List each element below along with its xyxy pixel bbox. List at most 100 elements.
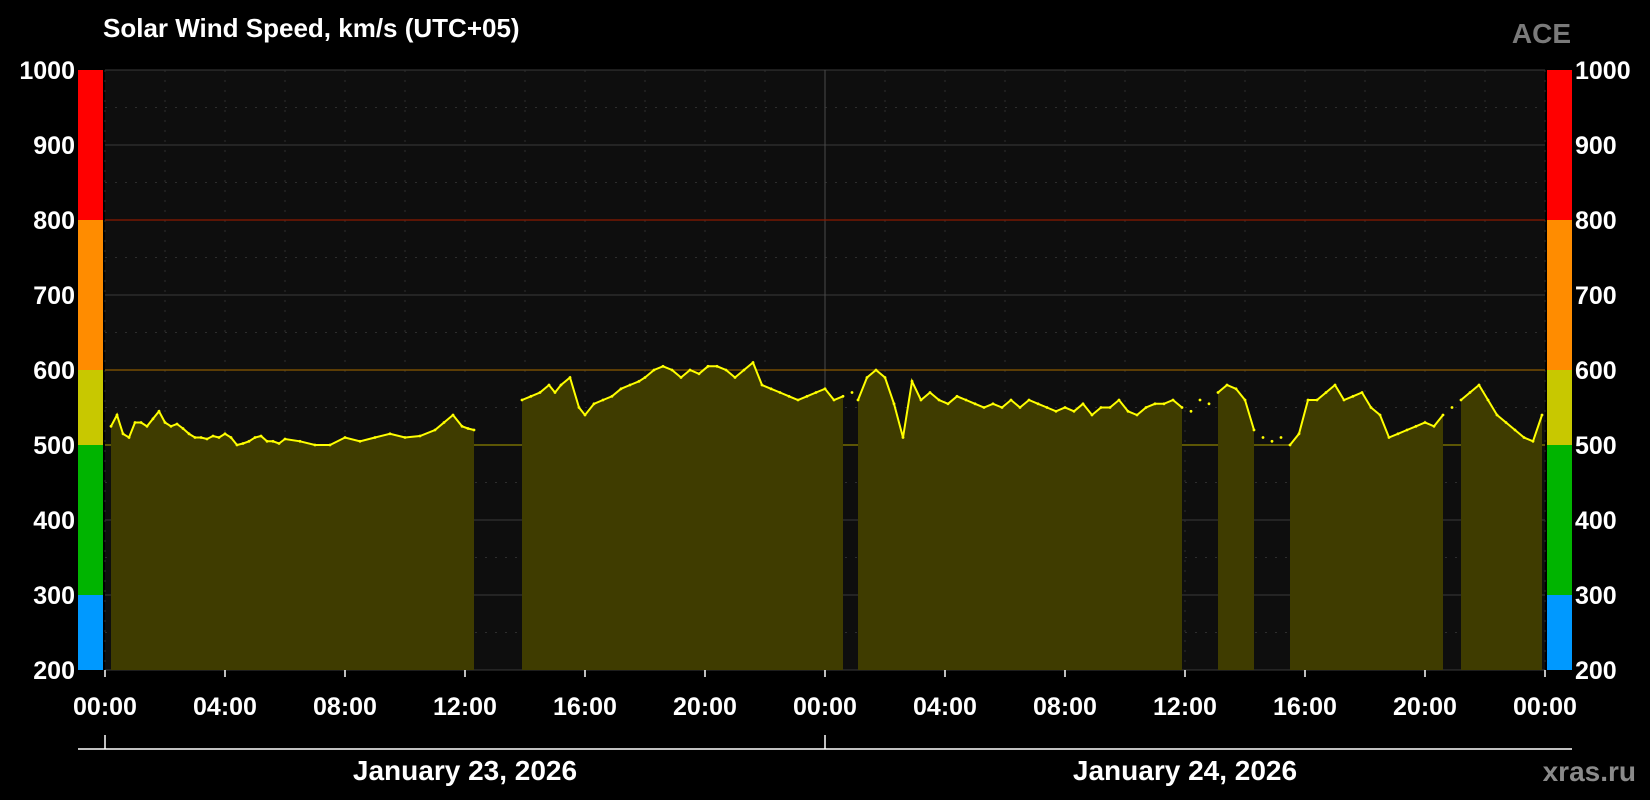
data-point-103 (1027, 398, 1031, 402)
series-fill-segment-1 (522, 362, 843, 670)
data-point-149 (1441, 413, 1445, 417)
data-point-36 (388, 432, 392, 436)
data-point-112 (1108, 406, 1112, 409)
x-tick-label-5: 20:00 (673, 693, 737, 721)
data-point-152 (1468, 391, 1472, 394)
data-point-106 (1054, 409, 1058, 413)
data-point-21 (235, 443, 239, 447)
data-point-13 (187, 432, 191, 436)
data-point-111 (1099, 406, 1103, 409)
data-point-86 (874, 368, 878, 372)
data-point-105 (1045, 406, 1049, 409)
series-fill-segment-3 (1218, 385, 1254, 670)
data-point-54 (592, 402, 596, 406)
data-point-45 (520, 398, 524, 402)
y-tick-left-700: 700 (33, 282, 75, 310)
data-point-123 (1207, 402, 1211, 406)
data-point-34 (358, 439, 362, 443)
data-point-98 (982, 406, 986, 409)
data-point-31 (313, 443, 317, 447)
data-point-130 (1270, 439, 1274, 443)
data-point-32 (328, 443, 332, 447)
data-point-10 (169, 424, 173, 428)
x-tick-label-0: 00:00 (73, 693, 137, 721)
data-point-124 (1216, 391, 1220, 394)
data-point-59 (637, 379, 641, 383)
data-point-102 (1018, 406, 1022, 409)
data-point-87 (883, 376, 887, 379)
data-point-17 (211, 434, 215, 438)
data-point-50 (559, 383, 563, 387)
series-fill-segment-0 (111, 411, 474, 670)
x-tick-label-8: 08:00 (1033, 693, 1097, 721)
data-point-30 (298, 439, 302, 443)
scale-band-right-0 (1547, 595, 1572, 670)
data-point-60 (643, 376, 647, 379)
left-color-scale (78, 70, 103, 670)
data-point-84 (856, 398, 860, 402)
data-point-134 (1306, 398, 1310, 402)
y-tick-left-200: 200 (33, 657, 75, 685)
x-tick-label-11: 20:00 (1393, 693, 1457, 721)
x-tick-label-1: 04:00 (193, 693, 257, 721)
data-point-52 (577, 406, 581, 409)
data-point-27 (271, 439, 275, 443)
data-point-75 (778, 391, 782, 394)
data-point-80 (823, 387, 827, 391)
data-point-83 (850, 391, 854, 394)
data-point-7 (151, 417, 155, 421)
x-tick-label-4: 16:00 (553, 693, 617, 721)
data-point-19 (223, 432, 227, 436)
data-point-12 (181, 427, 185, 430)
data-point-94 (946, 402, 950, 406)
data-point-160 (1540, 413, 1544, 417)
data-point-11 (175, 422, 179, 426)
data-point-136 (1324, 391, 1328, 394)
data-point-127 (1243, 398, 1247, 402)
data-point-16 (205, 437, 209, 441)
data-point-101 (1009, 398, 1013, 402)
y-tick-right-700: 700 (1575, 282, 1617, 310)
data-point-159 (1531, 439, 1535, 443)
data-point-56 (610, 394, 614, 398)
x-tick-label-10: 16:00 (1273, 693, 1337, 721)
data-point-5 (139, 421, 143, 424)
y-tick-left-800: 800 (33, 207, 75, 235)
scale-band-left-0 (78, 595, 103, 670)
data-point-0 (109, 424, 113, 428)
data-point-81 (832, 398, 836, 402)
data-point-158 (1522, 436, 1526, 439)
data-point-156 (1504, 421, 1508, 424)
data-point-9 (163, 421, 167, 424)
data-point-115 (1135, 413, 1139, 417)
data-point-43 (466, 427, 470, 430)
data-point-20 (229, 436, 233, 439)
data-point-14 (193, 436, 197, 439)
data-point-51 (568, 376, 572, 379)
scale-band-left-1 (78, 445, 103, 595)
data-point-109 (1081, 402, 1085, 406)
data-point-49 (553, 391, 557, 394)
data-point-6 (145, 424, 149, 428)
data-point-69 (724, 368, 728, 372)
data-point-145 (1405, 428, 1409, 432)
data-point-28 (277, 442, 281, 445)
scale-band-left-4 (78, 70, 103, 220)
data-point-74 (769, 387, 773, 391)
data-point-22 (241, 442, 245, 445)
data-point-37 (403, 436, 407, 439)
data-point-138 (1342, 398, 1346, 402)
data-point-151 (1459, 398, 1463, 402)
scale-band-left-2 (78, 370, 103, 445)
data-point-93 (937, 398, 941, 402)
data-point-77 (796, 398, 800, 402)
data-point-26 (265, 439, 269, 443)
data-point-139 (1351, 394, 1355, 398)
data-point-107 (1063, 406, 1067, 409)
data-point-40 (442, 421, 446, 424)
data-point-61 (652, 368, 656, 372)
data-point-44 (472, 428, 476, 432)
y-tick-left-500: 500 (33, 432, 75, 460)
data-point-71 (742, 368, 746, 372)
data-point-3 (127, 436, 131, 439)
